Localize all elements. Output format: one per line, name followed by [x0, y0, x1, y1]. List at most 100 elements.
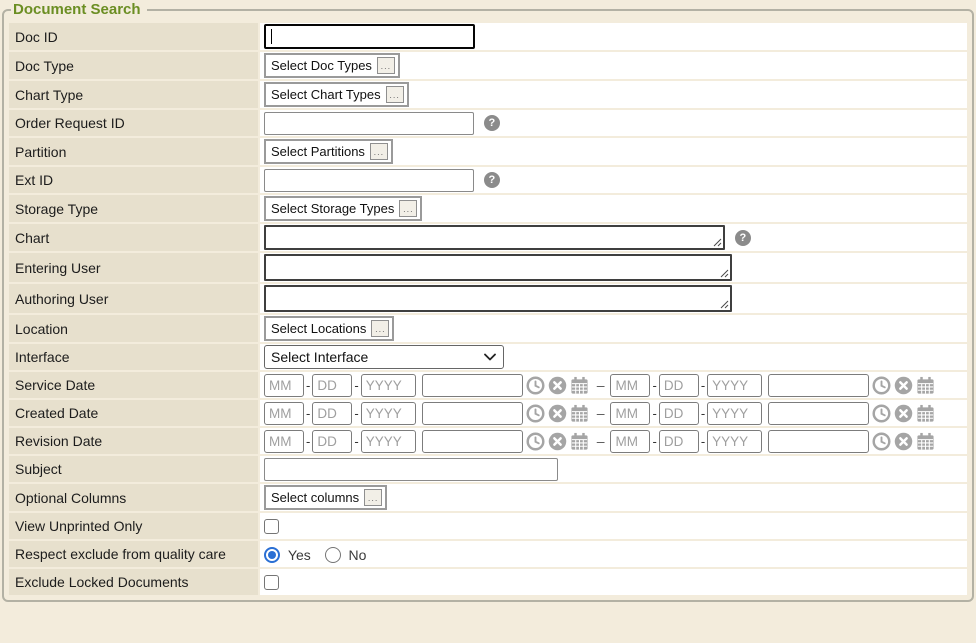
- authoring-user-label: Authoring User: [9, 284, 258, 313]
- chart-type-more-button[interactable]: ...: [386, 86, 404, 103]
- calendar-icon[interactable]: [916, 376, 935, 395]
- calendar-icon[interactable]: [916, 432, 935, 451]
- clock-icon[interactable]: [526, 432, 545, 451]
- clear-icon[interactable]: [548, 432, 567, 451]
- clock-icon[interactable]: [526, 404, 545, 423]
- created-date-to-year-input[interactable]: [707, 402, 762, 425]
- calendar-icon[interactable]: [570, 404, 589, 423]
- chart-textarea[interactable]: [264, 225, 725, 250]
- doc-type-more-button[interactable]: ...: [377, 57, 395, 74]
- clock-icon[interactable]: [872, 432, 891, 451]
- chart-label: Chart: [9, 224, 258, 251]
- help-icon[interactable]: ?: [484, 115, 500, 131]
- created-date-from-month-input[interactable]: [264, 402, 304, 425]
- storage-type-picker[interactable]: Select Storage Types ...: [264, 196, 422, 221]
- clock-icon[interactable]: [872, 404, 891, 423]
- page-title: Document Search: [11, 1, 147, 18]
- date-separator: -: [354, 434, 358, 449]
- partition-picker-label: Select Partitions: [271, 144, 365, 159]
- view-unprinted-only-checkbox[interactable]: [264, 519, 279, 534]
- entering-user-label: Entering User: [9, 253, 258, 282]
- range-separator: –: [597, 405, 605, 421]
- partition-more-button[interactable]: ...: [370, 143, 388, 160]
- storage-type-picker-label: Select Storage Types: [271, 201, 394, 216]
- row-order-request-id: Order Request ID ?: [9, 110, 967, 136]
- interface-label: Interface: [9, 344, 258, 370]
- service-date-from-month-input[interactable]: [264, 374, 304, 397]
- entering-user-textarea[interactable]: [264, 254, 732, 281]
- clear-icon[interactable]: [548, 404, 567, 423]
- service-date-to-time-input[interactable]: [768, 374, 869, 397]
- calendar-icon[interactable]: [570, 432, 589, 451]
- date-separator: -: [306, 406, 310, 421]
- order-request-id-label: Order Request ID: [9, 110, 258, 136]
- revision-date-to-time-input[interactable]: [768, 430, 869, 453]
- clock-icon[interactable]: [872, 376, 891, 395]
- revision-date-from-time-input[interactable]: [422, 430, 523, 453]
- row-doc-type: Doc Type Select Doc Types ...: [9, 52, 967, 79]
- row-location: Location Select Locations ...: [9, 315, 967, 342]
- date-separator: -: [652, 434, 656, 449]
- optional-columns-more-button[interactable]: ...: [364, 489, 382, 506]
- created-date-to-day-input[interactable]: [659, 402, 699, 425]
- doc-id-label: Doc ID: [9, 23, 258, 50]
- service-date-to-day-input[interactable]: [659, 374, 699, 397]
- calendar-icon[interactable]: [570, 376, 589, 395]
- row-chart-type: Chart Type Select Chart Types ...: [9, 81, 967, 108]
- calendar-icon[interactable]: [916, 404, 935, 423]
- date-separator: -: [354, 378, 358, 393]
- respect-exclude-no-radio[interactable]: [325, 547, 341, 563]
- created-date-from-year-input[interactable]: [361, 402, 416, 425]
- clear-icon[interactable]: [894, 432, 913, 451]
- date-separator: -: [701, 406, 705, 421]
- optional-columns-picker[interactable]: Select columns ...: [264, 485, 387, 510]
- created-date-from-day-input[interactable]: [312, 402, 352, 425]
- service-date-from-time-input[interactable]: [422, 374, 523, 397]
- order-request-id-input[interactable]: [264, 112, 474, 135]
- created-date-from-time-input[interactable]: [422, 402, 523, 425]
- text-caret: [271, 29, 272, 44]
- location-more-button[interactable]: ...: [371, 320, 389, 337]
- service-date-to-year-input[interactable]: [707, 374, 762, 397]
- interface-select[interactable]: Select Interface: [264, 345, 504, 369]
- service-date-from-year-input[interactable]: [361, 374, 416, 397]
- revision-date-from-day-input[interactable]: [312, 430, 352, 453]
- revision-date-to-day-input[interactable]: [659, 430, 699, 453]
- revision-date-from-year-input[interactable]: [361, 430, 416, 453]
- exclude-locked-checkbox[interactable]: [264, 575, 279, 590]
- location-picker[interactable]: Select Locations ...: [264, 316, 394, 341]
- clear-icon[interactable]: [548, 376, 567, 395]
- respect-exclude-yes-radio[interactable]: [264, 547, 280, 563]
- chart-type-picker-label: Select Chart Types: [271, 87, 381, 102]
- doc-type-picker-label: Select Doc Types: [271, 58, 372, 73]
- revision-date-to-month-input[interactable]: [610, 430, 650, 453]
- authoring-user-textarea[interactable]: [264, 285, 732, 312]
- clear-icon[interactable]: [894, 404, 913, 423]
- row-exclude-locked: Exclude Locked Documents: [9, 569, 967, 595]
- row-doc-id: Doc ID: [9, 23, 967, 50]
- help-icon[interactable]: ?: [735, 230, 751, 246]
- storage-type-more-button[interactable]: ...: [399, 200, 417, 217]
- revision-date-label: Revision Date: [9, 428, 258, 454]
- service-date-to-month-input[interactable]: [610, 374, 650, 397]
- created-date-to-month-input[interactable]: [610, 402, 650, 425]
- service-date-from-day-input[interactable]: [312, 374, 352, 397]
- doc-id-input[interactable]: [264, 24, 475, 49]
- row-authoring-user: Authoring User: [9, 284, 967, 313]
- help-icon[interactable]: ?: [484, 172, 500, 188]
- optional-columns-picker-label: Select columns: [271, 490, 359, 505]
- revision-date-from-month-input[interactable]: [264, 430, 304, 453]
- clock-icon[interactable]: [526, 376, 545, 395]
- doc-type-picker[interactable]: Select Doc Types ...: [264, 53, 400, 78]
- doc-type-label: Doc Type: [9, 52, 258, 79]
- respect-exclude-no-label: No: [349, 547, 367, 563]
- revision-date-to-year-input[interactable]: [707, 430, 762, 453]
- partition-picker[interactable]: Select Partitions ...: [264, 139, 393, 164]
- subject-input[interactable]: [264, 458, 558, 481]
- ext-id-input[interactable]: [264, 169, 474, 192]
- respect-exclude-label: Respect exclude from quality care: [9, 541, 258, 567]
- created-date-to-time-input[interactable]: [768, 402, 869, 425]
- clear-icon[interactable]: [894, 376, 913, 395]
- chart-type-picker[interactable]: Select Chart Types ...: [264, 82, 409, 107]
- row-revision-date: Revision Date - - – - -: [9, 428, 967, 454]
